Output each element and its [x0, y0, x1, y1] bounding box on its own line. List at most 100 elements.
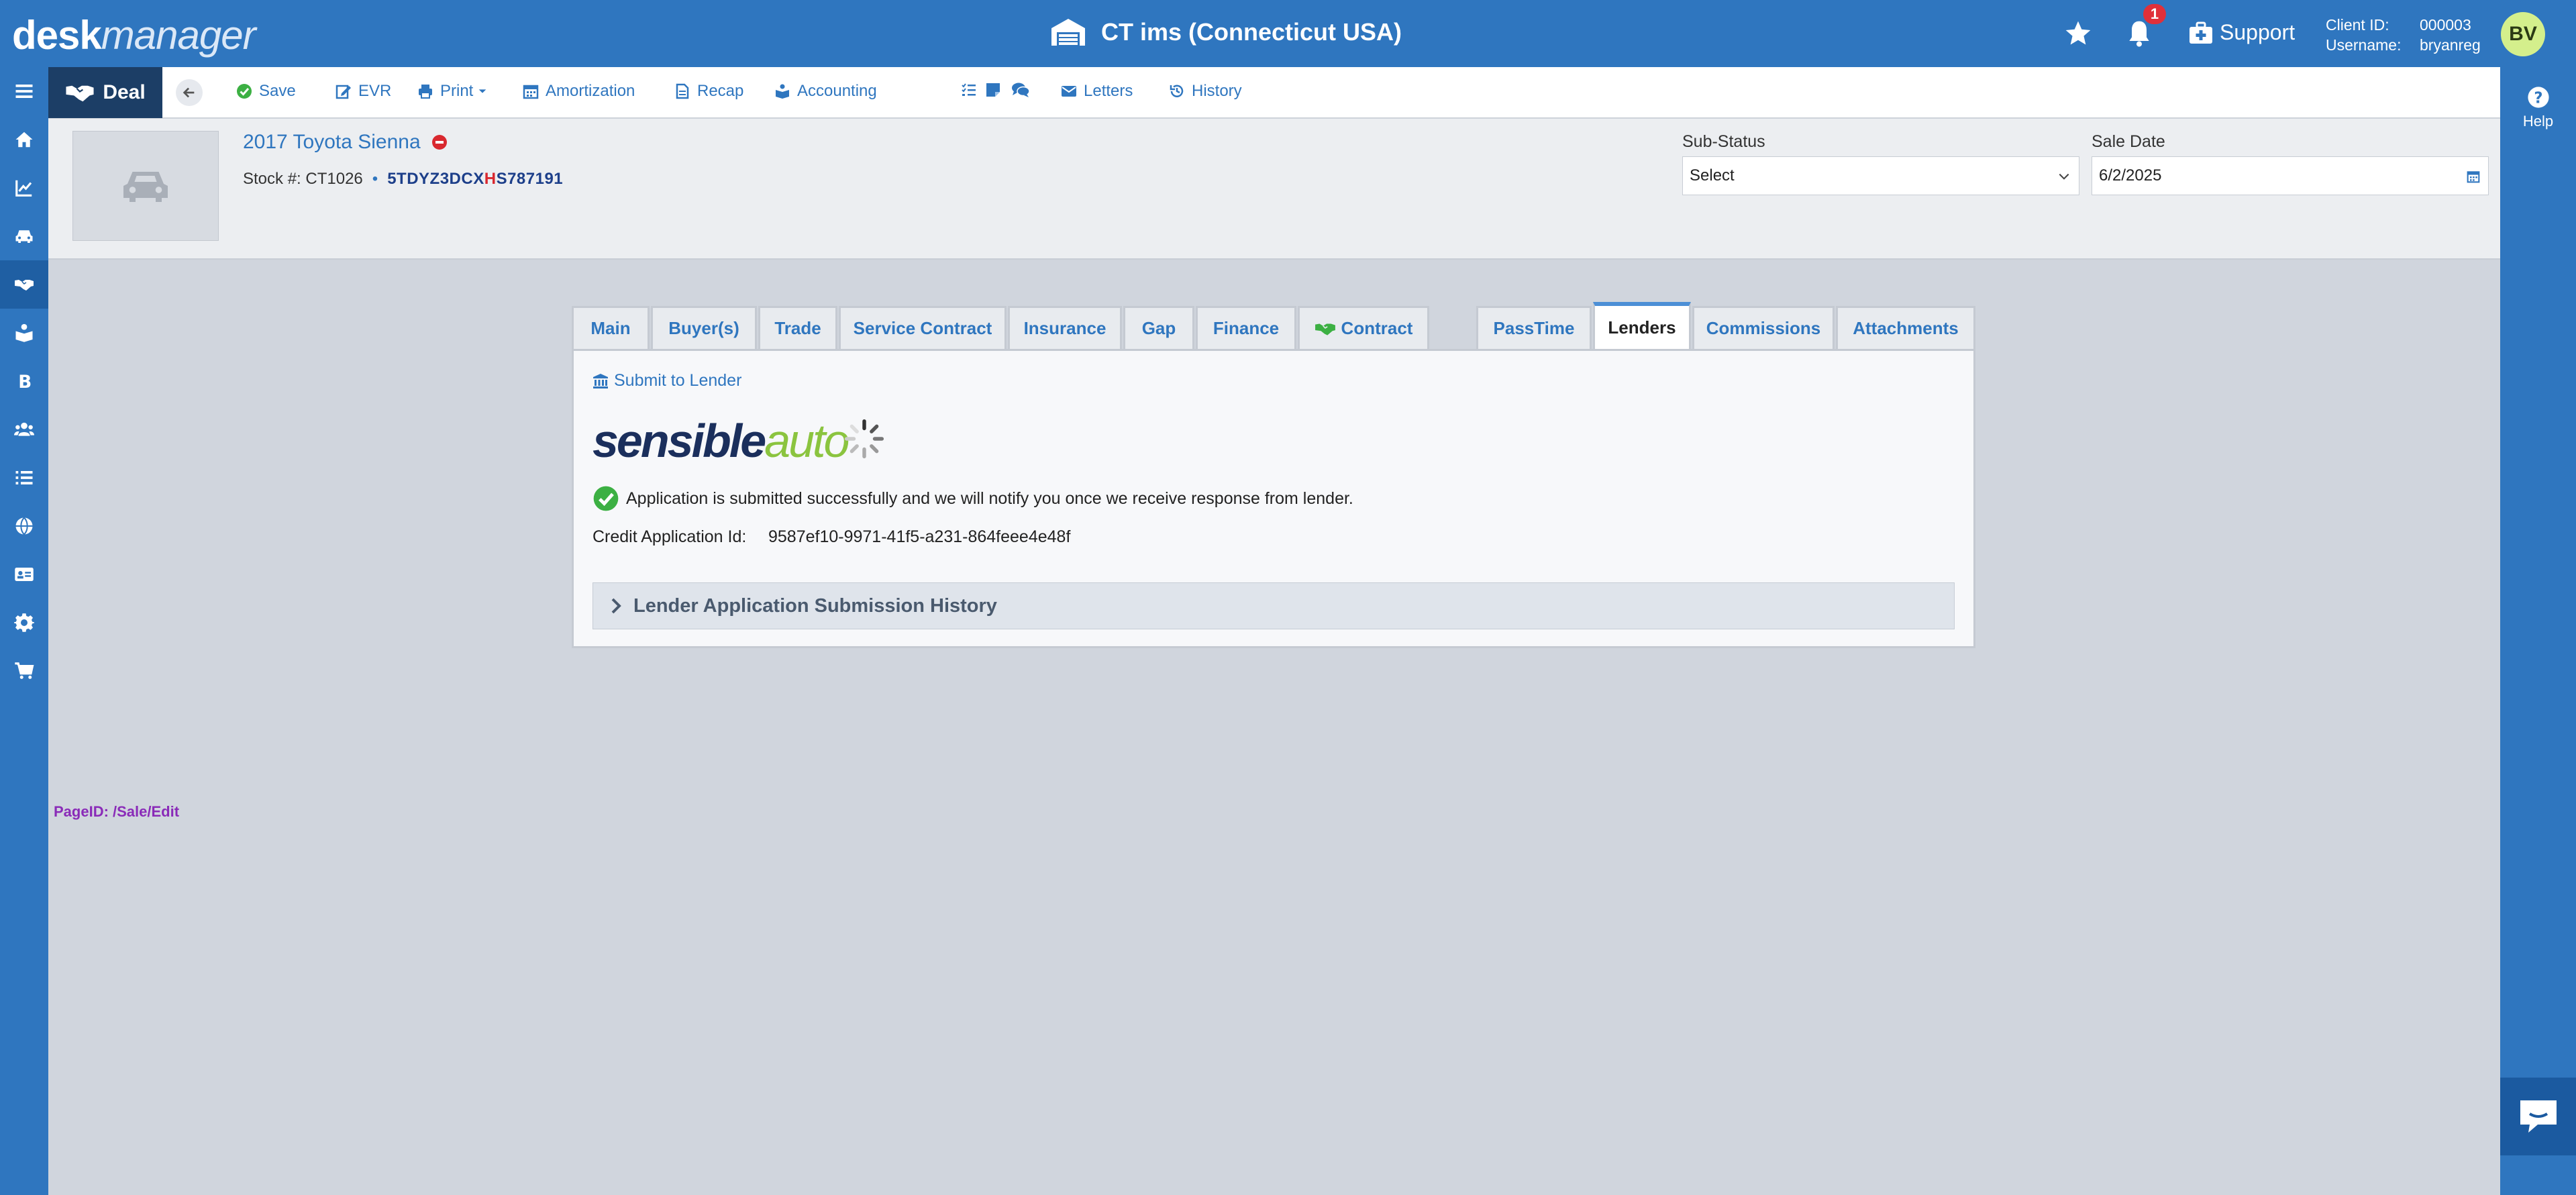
sub-status-value: Select [1690, 166, 1735, 185]
stock-label: Stock #: [243, 170, 301, 188]
app-logo[interactable]: deskmanager [12, 12, 256, 58]
chevron-right-icon [611, 598, 621, 614]
tab-lenders[interactable]: Lenders [1593, 302, 1691, 349]
history-icon [1170, 85, 1184, 97]
evr-label: EVR [358, 82, 392, 100]
handshake-icon [15, 280, 34, 291]
evr-button[interactable]: EVR [336, 82, 391, 101]
sidebar-item-deals[interactable] [0, 260, 48, 309]
sub-status-label: Sub-Status [1682, 132, 1765, 151]
client-id-value: 000003 [2420, 16, 2471, 34]
tab-gap[interactable]: Gap [1123, 306, 1194, 349]
logo-text-bold: desk [12, 13, 102, 58]
left-sidebar: B [0, 67, 48, 1195]
tab-commissions[interactable]: Commissions [1692, 306, 1835, 349]
support-button[interactable]: Support [2189, 20, 2295, 45]
sidebar-item-store[interactable] [0, 647, 48, 695]
sticky-note-icon [986, 83, 1000, 97]
recap-button[interactable]: Recap [674, 82, 743, 101]
sale-date-label: Sale Date [2092, 132, 2165, 151]
vin-part-2: S787191 [496, 170, 564, 188]
menu-toggle[interactable] [0, 67, 48, 115]
sidebar-item-contacts[interactable] [0, 550, 48, 599]
help-button[interactable]: ? Help [2500, 86, 2576, 130]
sidebar-item-settings[interactable] [0, 599, 48, 647]
stock-value: CT1026 [305, 170, 363, 188]
tab-passtime[interactable]: PassTime [1476, 306, 1592, 349]
sidebar-item-web[interactable] [0, 502, 48, 550]
username-label: Username: [2326, 36, 2402, 54]
home-icon [15, 132, 33, 148]
garage-icon [1051, 19, 1085, 46]
tab-main[interactable]: Main [572, 306, 650, 349]
help-label: Help [2522, 113, 2554, 129]
tab-insurance[interactable]: Insurance [1008, 306, 1122, 349]
book-reader-icon [15, 323, 33, 342]
tab-buyers[interactable]: Buyer(s) [651, 306, 757, 349]
submission-history-toggle[interactable]: Lender Application Submission History [593, 582, 1955, 629]
user-avatar[interactable]: BV [2501, 12, 2545, 56]
credit-app-label: Credit Application Id: [593, 527, 747, 546]
accounting-button[interactable]: Accounting [774, 82, 877, 101]
chat-bubble-icon [2520, 1100, 2557, 1133]
calendar-icon [523, 85, 539, 99]
chat-button[interactable] [2500, 1078, 2576, 1155]
note-button[interactable] [985, 82, 1005, 98]
handshake-icon [1315, 323, 1335, 335]
success-message-text: Application is submitted successfully an… [626, 488, 1353, 508]
site-title: CT ims (Connecticut USA) [1050, 17, 1402, 47]
print-button[interactable]: Print [417, 82, 488, 101]
success-message: Application is submitted successfully an… [593, 485, 1353, 512]
tab-contract[interactable]: Contract [1298, 306, 1429, 349]
checklist-button[interactable] [961, 82, 981, 98]
letters-button[interactable]: Letters [1061, 82, 1133, 101]
vehicle-title[interactable]: 2017 Toyota Sienna [243, 131, 448, 154]
recap-label: Recap [697, 82, 744, 100]
tab-finance[interactable]: Finance [1196, 306, 1296, 349]
submit-to-lender-link[interactable]: Submit to Lender [593, 371, 741, 391]
tab-service-contract[interactable]: Service Contract [839, 306, 1007, 349]
amortization-label: Amortization [546, 82, 635, 100]
deal-toolbar: Deal Save EVR Print Amortization Recap A… [48, 67, 2500, 118]
client-info: Client ID: 000003 Username: bryanreg [2326, 15, 2481, 55]
vehicle-photo[interactable] [72, 131, 219, 241]
sidebar-item-tasks[interactable] [0, 454, 48, 502]
vin-part-1: 5TDYZ3DCX [387, 170, 484, 188]
vin-highlight: H [484, 170, 497, 188]
save-label: Save [259, 82, 296, 100]
submission-history-label: Lender Application Submission History [633, 594, 997, 617]
letters-label: Letters [1084, 82, 1133, 100]
sidebar-item-inventory[interactable] [0, 212, 48, 260]
sale-date-input[interactable]: 6/2/2025 [2092, 156, 2489, 195]
star-icon[interactable] [2063, 19, 2093, 48]
car-icon [15, 230, 33, 243]
lender-logo-part-1: sensible [593, 415, 766, 467]
handshake-icon [66, 85, 94, 102]
save-button[interactable]: Save [236, 82, 296, 101]
sidebar-item-bhph[interactable]: B [0, 357, 48, 405]
back-button[interactable] [176, 79, 203, 106]
tab-trade[interactable]: Trade [758, 306, 837, 349]
deal-tab[interactable]: Deal [48, 67, 162, 118]
amortization-button[interactable]: Amortization [523, 82, 635, 101]
sub-status-select[interactable]: Select [1682, 156, 2079, 195]
edit-icon [336, 85, 351, 99]
checklist-icon [962, 83, 976, 96]
line-chart-icon [15, 180, 32, 197]
check-icon [237, 84, 252, 99]
history-button[interactable]: History [1169, 82, 1242, 101]
tab-attachments[interactable]: Attachments [1836, 306, 1975, 349]
sidebar-item-accounting[interactable] [0, 309, 48, 357]
book-icon [776, 84, 789, 99]
vehicle-header: 2017 Toyota Sienna Stock #: CT1026 • 5TD… [48, 119, 2500, 260]
caret-down-icon [479, 89, 486, 93]
comments-button[interactable] [1011, 82, 1037, 98]
globe-icon [15, 517, 33, 535]
calendar-icon[interactable] [2467, 170, 2480, 183]
loading-spinner-icon [844, 419, 884, 459]
vehicle-title-text: 2017 Toyota Sienna [243, 131, 421, 153]
top-header: deskmanager CT ims (Connecticut USA) 1 S… [0, 0, 2576, 67]
sidebar-item-reports[interactable] [0, 164, 48, 212]
sidebar-item-customers[interactable] [0, 405, 48, 454]
sidebar-item-home[interactable] [0, 115, 48, 164]
